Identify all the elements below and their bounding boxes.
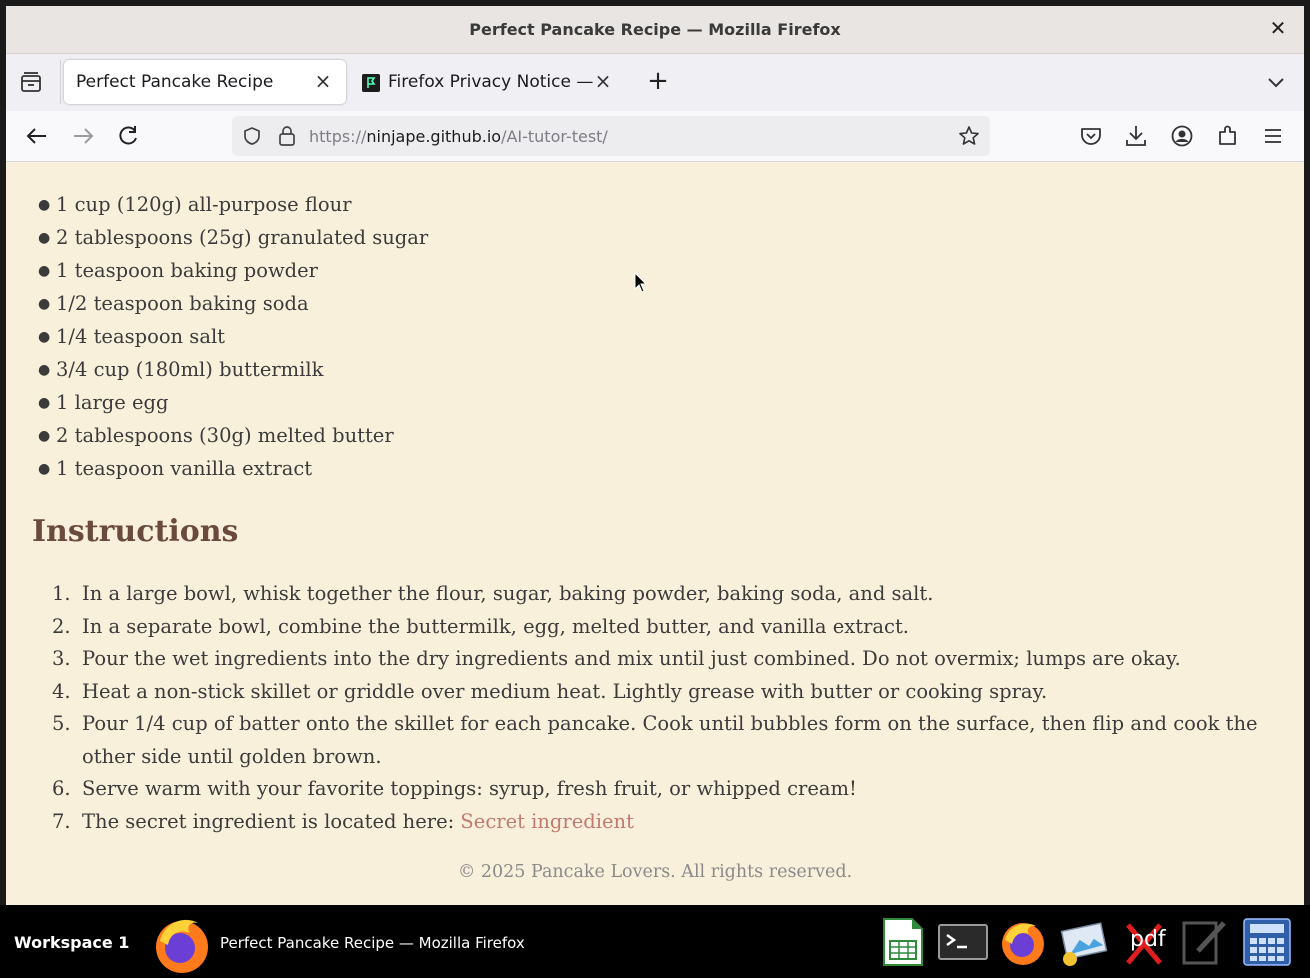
app-menu-hamburger-icon[interactable] [1260,123,1286,149]
reload-icon[interactable] [115,123,141,149]
privacy-notice-favicon-icon [362,74,380,92]
mouse-pointer-icon [634,272,648,293]
secret-ingredient-link[interactable]: Secret ingredient [460,810,634,833]
tab-close-icon[interactable]: × [312,70,334,92]
account-icon[interactable] [1169,123,1195,149]
firefox-window: Perfect Pancake Recipe — Mozilla Firefox… [6,6,1304,905]
list-item: ● 1 large egg [38,391,169,414]
list-item: 3. Pour the wet ingredients into the dry … [52,647,1181,670]
url-host: ninjape.github.io [366,127,502,146]
tab-firefox-privacy-notice[interactable]: Firefox Privacy Notice — × [354,60,622,104]
tab-close-icon[interactable]: × [592,70,614,92]
list-item: 7. The secret ingredient is located here:… [52,809,634,833]
taskbar: Workspace 1 Perfect Pancake Recipe — Moz… [0,905,1310,978]
list-item: 5. Pour 1/4 cup of batter onto the skille… [52,712,1258,768]
pocket-icon[interactable] [1078,123,1104,149]
tab-label: Firefox Privacy Notice — [388,72,594,92]
title-bar: Perfect Pancake Recipe — Mozilla Firefox… [6,6,1304,54]
list-item: ● 1 teaspoon baking powder [38,259,318,282]
list-item: ● 2 tablespoons (30g) melted butter [38,424,394,447]
window-close-icon[interactable]: ✕ [1266,16,1290,40]
url-scheme: https:// [309,127,367,146]
bookmark-star-icon[interactable] [958,125,980,147]
list-item: 2. In a separate bowl, combine the butter… [52,614,909,638]
workspace-label[interactable]: Workspace 1 [14,933,129,952]
navigation-toolbar: https://ninjape.github.io/AI-tutor-test/ [6,111,1304,162]
text-editor-app-icon[interactable] [1180,917,1230,967]
list-item: ● 2 tablespoons (25g) granulated sugar [38,226,429,249]
url-path: /AI-tutor-test/ [501,127,608,146]
firefox-view-icon[interactable] [18,70,44,96]
instructions-heading: Instructions [32,514,239,549]
instructions-list: 1. In a large bowl, whisk together the fl… [52,578,1282,838]
firefox-launcher-icon[interactable] [998,917,1048,967]
downloads-icon[interactable] [1123,123,1149,149]
url-text[interactable]: https://ninjape.github.io/AI-tutor-test/ [309,127,608,146]
list-item: ● 3/4 cup (180ml) buttermilk [38,358,324,381]
list-item: ● 1 teaspoon vanilla extract [38,457,313,480]
list-item: 4. Heat a non-stick skillet or griddle ov… [52,679,1048,703]
tab-bar: Perfect Pancake Recipe × Firefox Privacy… [6,54,1304,111]
firefox-taskbar-icon[interactable] [150,911,214,975]
image-viewer-app-icon[interactable] [1058,917,1108,967]
window-title: Perfect Pancake Recipe — Mozilla Firefox [469,20,841,39]
list-item: ● 1/4 teaspoon salt [38,325,226,348]
spreadsheet-app-icon[interactable] [878,917,928,967]
page-footer: © 2025 Pancake Lovers. All rights reserv… [457,862,853,882]
url-bar[interactable]: https://ninjape.github.io/AI-tutor-test/ [232,116,990,156]
lock-icon[interactable] [278,125,296,147]
tab-separator [60,60,61,104]
extensions-puzzle-icon[interactable] [1215,123,1241,149]
back-arrow-icon[interactable] [24,123,50,149]
terminal-app-icon[interactable] [938,917,988,967]
list-item: ● 1/2 teaspoon baking soda [38,292,309,315]
tab-label: Perfect Pancake Recipe [76,72,274,92]
tab-perfect-pancake-recipe[interactable]: Perfect Pancake Recipe × [64,60,346,104]
tracking-protection-shield-icon[interactable] [242,126,262,146]
list-item: ● 1 cup (120g) all-purpose flour [38,193,352,216]
page-content: ● 1 cup (120g) all-purpose flour ● 2 table… [6,162,1304,905]
pdf-app-icon[interactable]: pdf [1120,917,1170,967]
calculator-app-icon[interactable] [1242,917,1292,967]
ingredients-list: ● 1 cup (120g) all-purpose flour ● 2 table… [38,190,428,487]
list-item: 6. Serve warm with your favorite toppings… [52,777,857,800]
new-tab-plus-icon[interactable]: + [646,68,670,94]
taskbar-window-title[interactable]: Perfect Pancake Recipe — Mozilla Firefox [220,934,525,952]
list-item: 1. In a large bowl, whisk together the fl… [52,582,934,605]
list-all-tabs-chevron-down-icon[interactable] [1266,74,1286,90]
pdf-label: pdf [1130,927,1166,952]
forward-arrow-icon[interactable] [70,123,96,149]
